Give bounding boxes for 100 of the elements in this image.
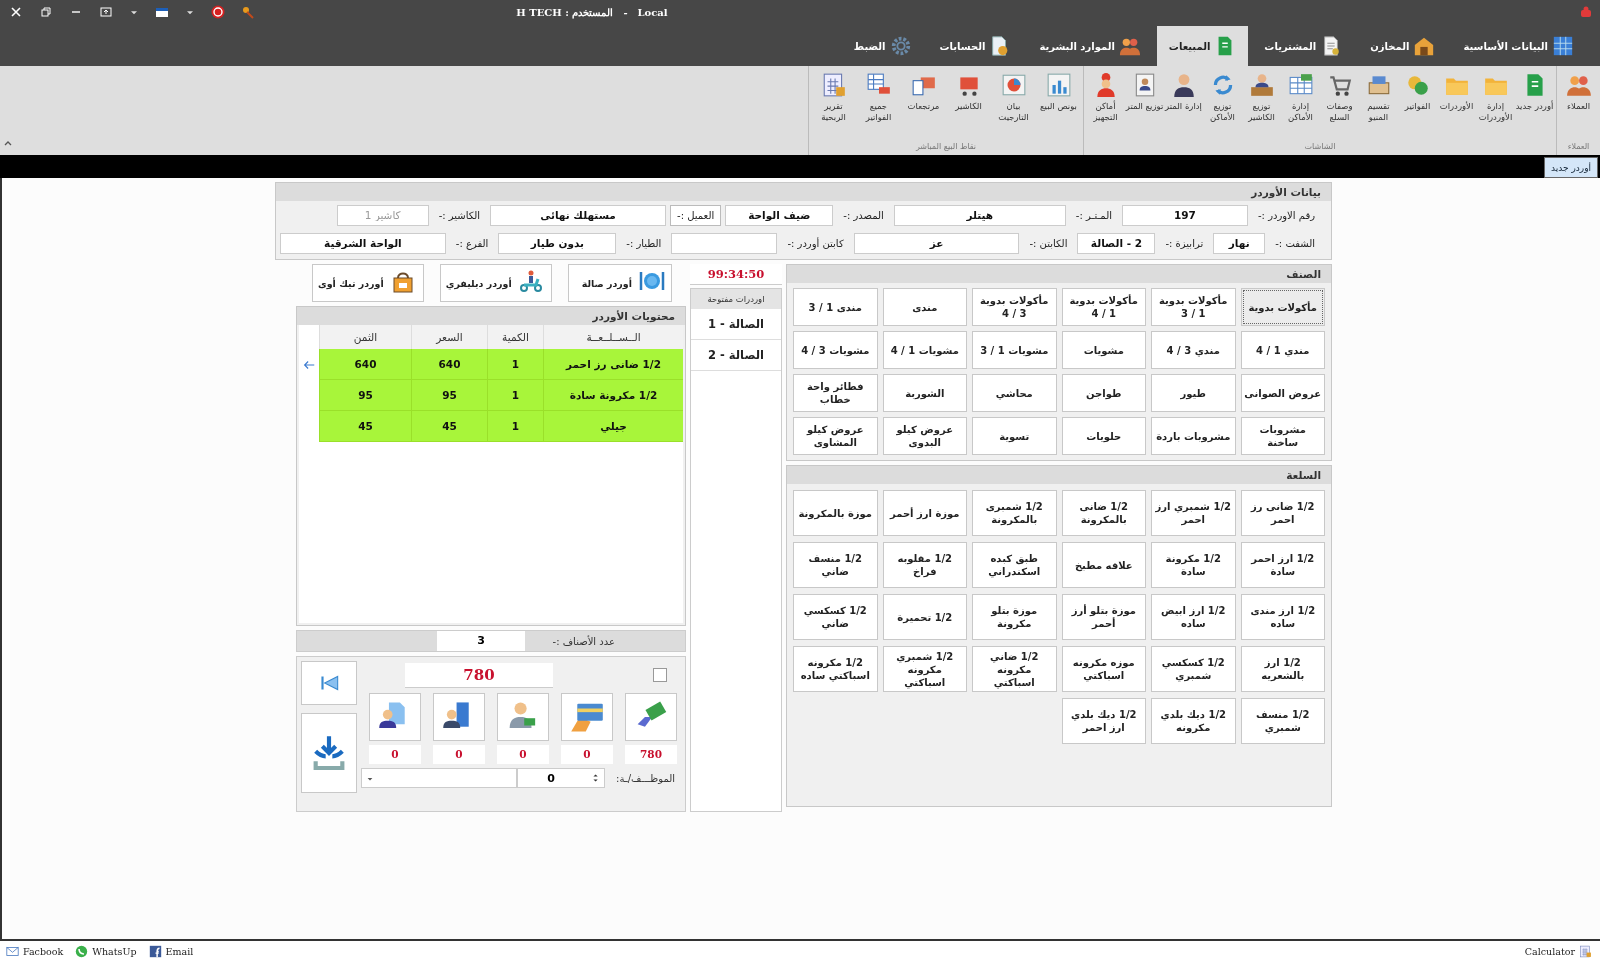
product-button[interactable]: 1/2 ديك بلدي ارز احمر xyxy=(1061,698,1146,744)
input-field[interactable]: 2 - الصالة xyxy=(1077,232,1156,254)
category-button[interactable]: مشويات 3 / 4 xyxy=(793,331,878,369)
product-button[interactable]: 1/2 تحميرة xyxy=(882,594,967,640)
product-button[interactable]: 1/2 ضاني مكرونه اسباكتي xyxy=(972,646,1057,692)
category-button[interactable]: مشويات xyxy=(1061,331,1146,369)
product-button[interactable]: 1/2 مكرونه اسباكتي ساده xyxy=(793,646,878,692)
customer-button[interactable]: العميل :- xyxy=(670,204,722,226)
menu-tab[interactable]: الحسابات xyxy=(927,26,1024,66)
product-button[interactable]: علاقه مطبخ xyxy=(1061,542,1146,588)
ribbon-button[interactable]: العملاء xyxy=(1559,68,1598,142)
checkbox[interactable] xyxy=(653,668,667,682)
category-button[interactable]: مشروبات باردة xyxy=(1151,417,1236,455)
ribbon-button[interactable]: الأوردرات xyxy=(1437,68,1476,142)
order-type-button[interactable]: أوردر تيك أوى xyxy=(312,264,424,302)
product-button[interactable]: 1/2 كسكسي شمبري xyxy=(1151,646,1236,692)
menu-tab[interactable]: البيانات الأساسية xyxy=(1451,26,1586,66)
payment-button[interactable] xyxy=(625,693,677,741)
menu-tab[interactable]: الموارد البشرية xyxy=(1027,26,1153,66)
ribbon-button[interactable]: إدارة المتر xyxy=(1164,68,1203,142)
product-button[interactable]: 1/2 ارز احمر سادة xyxy=(1240,542,1325,588)
input-field[interactable]: ضيف الواحة xyxy=(725,204,834,226)
import-button[interactable] xyxy=(301,713,357,793)
product-button[interactable]: 1/2 ديك بلدي مكرونه xyxy=(1151,698,1236,744)
category-button[interactable]: مأكولات بدوية 1 / 3 xyxy=(1151,288,1236,326)
open-order-item[interactable]: الصالة - 1 xyxy=(691,309,781,340)
product-button[interactable]: 1/2 ارز بالشعريه xyxy=(1240,646,1325,692)
ribbon-button[interactable]: جميع الفواتير xyxy=(856,68,901,142)
ribbon-button[interactable]: توزيع الأماكن xyxy=(1203,68,1242,142)
product-button[interactable]: 1/2 شمبرى بالمكرونة xyxy=(972,490,1057,536)
category-button[interactable]: مندى xyxy=(882,288,967,326)
category-button[interactable]: طيور xyxy=(1151,374,1236,412)
category-button[interactable]: تسوية xyxy=(972,417,1057,455)
product-button[interactable]: موزة بتلو مكرونة xyxy=(972,594,1057,640)
ribbon-button[interactable]: إدارة الأوردرات xyxy=(1476,68,1515,142)
input-field[interactable]: الواحة الشرقية xyxy=(280,232,446,254)
status-link[interactable]: Facbook xyxy=(6,944,64,958)
product-button[interactable]: 1/2 منسف ضاني xyxy=(793,542,878,588)
product-button[interactable]: 1/2 ضانى بالمكرونة xyxy=(1061,490,1146,536)
category-button[interactable]: مأكولات بدوية xyxy=(1240,288,1325,326)
product-button[interactable]: موزة ارز أحمر xyxy=(882,490,967,536)
category-button[interactable]: مندى 1 / 3 xyxy=(793,288,878,326)
input-field[interactable]: عز xyxy=(853,232,1020,254)
input-field[interactable]: 197 xyxy=(1121,204,1248,226)
ribbon-button[interactable]: مرتجعات xyxy=(901,68,946,142)
ribbon-button[interactable]: توزيع المتر xyxy=(1125,68,1164,142)
category-button[interactable]: عروض الصوانى xyxy=(1240,374,1325,412)
category-button[interactable]: مندي 3 / 4 xyxy=(1151,331,1236,369)
circle-logo-icon[interactable] xyxy=(210,4,226,20)
menu-tab[interactable]: المشتريات xyxy=(1252,26,1355,66)
category-button[interactable]: مندي 1 / 4 xyxy=(1240,331,1325,369)
ribbon-button[interactable]: الفواتير xyxy=(1398,68,1437,142)
input-field[interactable]: مستهلك نهائي xyxy=(490,204,667,226)
product-button[interactable]: 1/2 كسكسي ضاني xyxy=(793,594,878,640)
first-record-button[interactable] xyxy=(301,661,357,705)
ribbon-button[interactable]: أماكن التجهيز xyxy=(1086,68,1125,142)
menu-tab[interactable]: الضبط xyxy=(841,26,924,66)
input-field[interactable]: بدون طيار xyxy=(498,232,617,254)
product-button[interactable]: 1/2 شمبري ارز احمر xyxy=(1151,490,1236,536)
input-field[interactable] xyxy=(671,232,778,254)
category-button[interactable]: مأكولات بدوية 3 / 4 xyxy=(972,288,1057,326)
payment-button[interactable] xyxy=(433,693,485,741)
ribbon-button[interactable]: توزيع الكاشير xyxy=(1242,68,1281,142)
ribbon-button[interactable]: أوردر جديد xyxy=(1515,68,1554,142)
order-type-button[interactable]: أوردر ديليفري xyxy=(439,264,552,302)
product-button[interactable]: 1/2 ارز ابيض ساده xyxy=(1151,594,1236,640)
product-button[interactable]: 1/2 شمبري مكرونه اسباكتي xyxy=(882,646,967,692)
ribbon-button[interactable]: تقسيم المنيو xyxy=(1359,68,1398,142)
product-button[interactable]: 1/2 منسف شمبري xyxy=(1240,698,1325,744)
ribbon-button[interactable]: تقرير الربحية xyxy=(811,68,856,142)
menu-tab[interactable]: المخازن xyxy=(1358,26,1448,66)
status-link[interactable]: WhatsUp xyxy=(75,944,137,958)
category-button[interactable]: مأكولات بدوية 1 / 4 xyxy=(1061,288,1146,326)
ribbon-button[interactable]: إدارة الأماكن xyxy=(1281,68,1320,142)
category-button[interactable]: فطائر واحة خطاب xyxy=(793,374,878,412)
input-field[interactable]: كاشير 1 xyxy=(336,204,429,226)
ribbon-button[interactable]: بيان التارجيت xyxy=(991,68,1036,142)
status-link[interactable]: Email xyxy=(148,944,194,958)
collapse-icon[interactable] xyxy=(4,139,12,147)
product-button[interactable]: موزه مكرونه اسباكتي xyxy=(1061,646,1146,692)
category-button[interactable]: مشويات 1 / 3 xyxy=(972,331,1057,369)
input-field[interactable]: نهار xyxy=(1213,232,1266,254)
restore-icon[interactable] xyxy=(38,4,54,20)
ribbon-button[interactable]: الكاشير xyxy=(946,68,991,142)
product-button[interactable]: 1/2 ضانى رز احمر xyxy=(1240,490,1325,536)
product-button[interactable]: موزة بالمكرونة xyxy=(793,490,878,536)
product-button[interactable]: 1/2 مقلوبه فراخ xyxy=(882,542,967,588)
category-button[interactable]: حلويات xyxy=(1061,417,1146,455)
input-field[interactable]: هيتلر xyxy=(893,204,1066,226)
screen-icon[interactable] xyxy=(98,4,114,20)
payment-button[interactable] xyxy=(369,693,421,741)
category-button[interactable]: مشروبات ساخنة xyxy=(1240,417,1325,455)
product-button[interactable]: 1/2 مكرونة سادة xyxy=(1151,542,1236,588)
open-order-item[interactable]: الصالة - 2 xyxy=(691,340,781,371)
order-type-button[interactable]: أوردر صالة xyxy=(567,264,672,302)
product-button[interactable]: 1/2 ارز مندى ساده xyxy=(1240,594,1325,640)
category-button[interactable]: عروض كيلو المشاوى xyxy=(793,417,878,455)
document-tab[interactable]: أوردر جديد xyxy=(1544,157,1598,178)
menu-tab[interactable]: المبيعات xyxy=(1156,26,1249,66)
category-button[interactable]: طواجن xyxy=(1061,374,1146,412)
